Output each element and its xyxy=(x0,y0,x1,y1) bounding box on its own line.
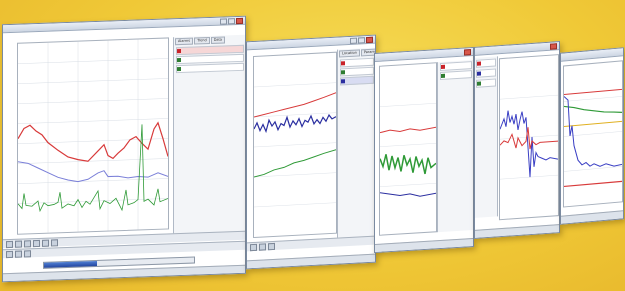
legend-swatch xyxy=(341,79,345,84)
window-trend-front: Alarms Trend Data xyxy=(2,15,246,283)
legend-item[interactable] xyxy=(476,58,496,68)
window-titlebar xyxy=(561,48,623,62)
legend-panel xyxy=(437,59,474,233)
series-green-line xyxy=(380,154,436,175)
window-titlebar xyxy=(3,16,245,34)
series-red-line xyxy=(380,126,436,134)
tab-data[interactable]: Data xyxy=(210,36,226,44)
legend-swatch xyxy=(477,71,481,76)
trend-plot[interactable] xyxy=(253,51,337,239)
trend-chart-svg xyxy=(254,82,336,208)
legend-swatch xyxy=(341,70,345,75)
legend-swatch xyxy=(341,61,345,66)
zoom-out-icon[interactable] xyxy=(51,238,58,247)
series-red-line xyxy=(500,127,558,150)
legend-item[interactable] xyxy=(340,75,374,86)
legend-swatch xyxy=(177,49,181,54)
series-blue-line xyxy=(18,161,168,183)
close-button[interactable] xyxy=(550,43,557,50)
trend-chart-svg xyxy=(18,39,168,233)
threshold-orange xyxy=(564,120,622,127)
legend-swatch xyxy=(477,61,481,66)
trend-chart-svg xyxy=(564,88,622,188)
legend-panel xyxy=(475,56,498,218)
window-title xyxy=(247,37,355,43)
pause-icon[interactable] xyxy=(259,242,266,251)
trend-chart-svg xyxy=(380,103,436,197)
gridlines xyxy=(18,39,168,233)
legend-swatch xyxy=(441,73,445,78)
zoom-in-icon[interactable] xyxy=(42,239,49,247)
close-button[interactable] xyxy=(366,36,373,44)
export-icon[interactable] xyxy=(24,249,31,257)
close-button[interactable] xyxy=(236,17,243,25)
status-bar xyxy=(3,264,245,282)
series-green-line xyxy=(564,105,622,113)
minimize-button[interactable] xyxy=(350,37,357,44)
tab-alarms[interactable]: Alarms xyxy=(175,37,194,46)
maximize-button[interactable] xyxy=(228,18,235,25)
rewind-icon[interactable] xyxy=(6,240,13,248)
legend-swatch xyxy=(177,67,181,72)
window-title xyxy=(475,43,539,47)
window-trend-3 xyxy=(374,46,474,254)
play-icon[interactable] xyxy=(15,240,22,248)
legend-panel: Alarms Trend Data xyxy=(173,34,246,238)
trend-plot[interactable] xyxy=(379,62,437,236)
play-icon[interactable] xyxy=(250,243,257,251)
legend-item[interactable] xyxy=(476,68,496,78)
threshold-red-high xyxy=(564,88,622,95)
legend-panel: Location Parameter xyxy=(337,47,376,240)
window-title xyxy=(3,17,225,25)
maximize-button[interactable] xyxy=(358,37,365,44)
status-bar xyxy=(375,238,473,252)
window-trend-5 xyxy=(560,47,624,225)
trend-plot[interactable] xyxy=(17,37,169,235)
playback-toolbar xyxy=(247,235,375,252)
legend-item[interactable] xyxy=(476,78,496,88)
close-button[interactable] xyxy=(464,49,471,56)
series-red-line xyxy=(18,121,168,162)
series-blue-line xyxy=(564,96,622,167)
window-title xyxy=(375,49,453,54)
minimize-button[interactable] xyxy=(220,18,227,25)
legend-swatch xyxy=(441,64,445,69)
forward-icon[interactable] xyxy=(268,242,275,250)
status-bar xyxy=(475,224,559,238)
legend-item[interactable] xyxy=(176,62,244,74)
window-trend-4 xyxy=(474,40,560,240)
threshold-red-low xyxy=(564,180,622,188)
series-blue-line xyxy=(254,113,336,134)
software-collage: Alarms Trend Data Location Parameter xyxy=(0,0,625,291)
trend-plot[interactable] xyxy=(499,54,559,221)
pause-icon[interactable] xyxy=(24,239,31,247)
legend-swatch xyxy=(477,81,481,86)
tab-location[interactable]: Location xyxy=(339,49,360,58)
tab-trend[interactable]: Trend xyxy=(194,37,210,45)
legend-item[interactable] xyxy=(440,70,472,81)
series-green-line xyxy=(254,149,336,178)
window-trend-2: Location Parameter xyxy=(246,34,376,270)
trend-chart-svg xyxy=(500,94,558,180)
settings-icon[interactable] xyxy=(6,250,13,258)
progress-fill xyxy=(44,260,97,268)
status-bar xyxy=(561,210,623,224)
window-titlebar xyxy=(475,42,559,56)
legend-swatch xyxy=(177,58,181,63)
print-icon[interactable] xyxy=(15,250,22,258)
forward-icon[interactable] xyxy=(33,239,40,247)
series-green-line xyxy=(18,124,168,213)
series-blue-line xyxy=(380,192,436,197)
status-bar xyxy=(247,253,375,269)
trend-plot[interactable] xyxy=(563,60,623,208)
